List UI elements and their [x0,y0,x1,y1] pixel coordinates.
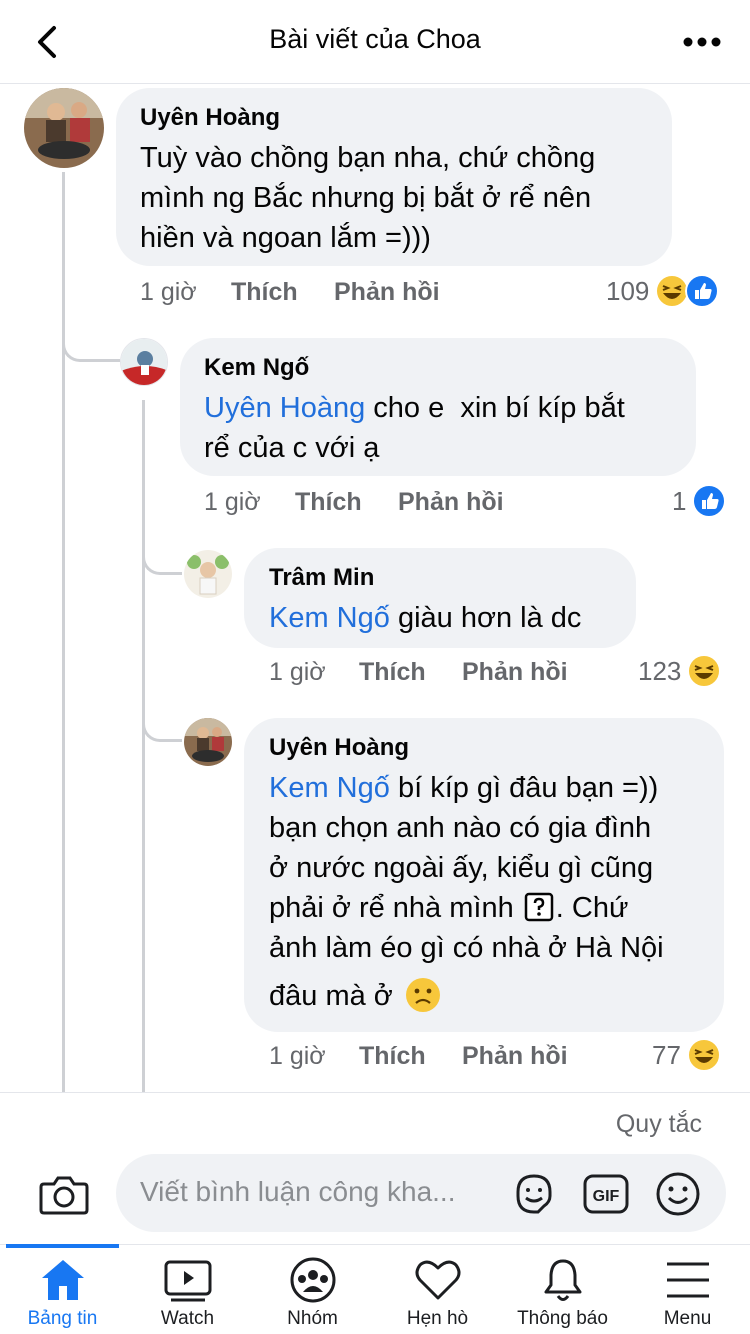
comment-text-line: hiền và ngoan lắm =))) [140,222,431,254]
like-icon [685,274,720,308]
comment-text-line: đâu mà ở [269,976,441,1016]
comment-author[interactable]: Trâm Min [269,564,374,592]
avatar[interactable] [120,338,168,386]
reaction-summary[interactable]: 1 [672,484,727,518]
tab-label: Menu [663,1308,712,1329]
comment-time: 1 giờ [269,1042,326,1070]
comment-text: . Chứ [555,892,629,924]
comment-text: bí kíp gì đâu bạn =)) [389,772,659,804]
emoji-button[interactable] [654,1170,702,1218]
reaction-summary[interactable]: 109 [606,274,720,308]
comment-text: cho e xin bí kíp bắt [365,392,625,424]
mention-link[interactable]: Kem Ngố [269,602,390,634]
reaction-summary[interactable]: 123 [638,654,722,688]
avatar[interactable] [184,718,232,766]
comment-text: giàu hơn là dc [389,602,582,634]
unknown-emoji-icon [524,892,554,922]
comment-text-line: rể của c với ạ [204,432,380,464]
svg-text:GIF: GIF [593,1188,620,1205]
thread-connector-1 [62,300,120,362]
home-icon [42,1260,84,1300]
top-bar: Bài viết của Choa [0,0,750,84]
frowning-face-icon [405,978,440,1012]
comment-author[interactable]: Uyên Hoàng [269,734,409,762]
like-icon [692,484,727,518]
tab-label: Thông báo [517,1308,608,1329]
camera-button[interactable] [38,1170,90,1218]
comment-text-line: phải ở rể nhà mình . Chứ [269,888,628,928]
gif-button[interactable]: GIF [582,1170,630,1218]
avatar-photo [121,339,167,385]
thread-line-nested [142,400,145,1092]
mention-link[interactable]: Kem Ngố [269,772,390,804]
reaction-count: 109 [606,275,650,306]
like-link[interactable]: Thích [231,278,298,307]
comment-text-line: Uyên Hoàng cho e xin bí kíp bắt [204,388,625,428]
tab-groups[interactable]: Nhóm [250,1250,375,1334]
tab-dating[interactable]: Hẹn hò [375,1250,500,1334]
avatar[interactable] [24,88,104,168]
tab-news-feed[interactable]: Bảng tin [0,1250,125,1334]
camera-icon [39,1176,89,1215]
avatar-photo [184,718,232,766]
tab-watch[interactable]: Watch [125,1250,250,1334]
more-options-button[interactable] [680,24,724,60]
page-title: Bài viết của Choa [269,24,481,54]
comment-time: 1 giờ [269,658,326,686]
reply-link[interactable]: Phản hồi [334,278,440,307]
tab-label: Bảng tin [27,1308,98,1329]
watch-icon [164,1260,212,1302]
comment-text-line: Tuỳ vào chồng bạn nha, chứ chồng [140,142,596,174]
rules-link[interactable]: Quy tắc [616,1110,702,1139]
comment-author[interactable]: Uyên Hoàng [140,104,280,132]
tab-label: Hẹn hò [406,1308,469,1329]
comment-text-line: bạn chọn anh nào có gia đình [269,812,652,844]
comment-time: 1 giờ [204,488,261,516]
like-link[interactable]: Thích [359,1042,426,1071]
haha-icon [686,1038,721,1072]
tab-notifications[interactable]: Thông báo [500,1250,625,1334]
reaction-count: 123 [638,655,682,686]
comment-text-line: Kem Ngố giàu hơn là dc [269,598,581,638]
reply-link[interactable]: Phản hồi [398,488,504,517]
comment-text: phải ở rể nhà mình [269,892,514,924]
active-tab-indicator [6,1244,119,1248]
haha-icon [687,654,722,688]
like-link[interactable]: Thích [359,658,426,687]
groups-icon [290,1257,336,1303]
reaction-count: 1 [672,485,687,516]
comment-text-line: ảnh làm éo gì có nhà ở Hà Nội [269,932,664,964]
reaction-summary[interactable]: 77 [652,1038,721,1072]
comment-text-line: Kem Ngố bí kíp gì đâu bạn =)) [269,768,658,808]
comment-input-placeholder: Viết bình luận công kha... [140,1176,456,1207]
thread-connector-2 [142,520,182,575]
avatar[interactable] [184,550,232,598]
tab-label: Watch [160,1308,215,1329]
avatar-photo [184,550,232,598]
reaction-count: 77 [652,1039,681,1070]
gif-icon: GIF [583,1174,629,1214]
comment-author[interactable]: Kem Ngố [204,354,309,382]
menu-icon [667,1262,709,1298]
thread-connector-3 [142,690,182,742]
reply-link[interactable]: Phản hồi [462,1042,568,1071]
comment-text-line: ở nước ngoài ấy, kiểu gì cũng [269,852,654,884]
comment-text: đâu mà ở [269,980,393,1012]
haha-icon [655,274,690,308]
comment-text-line: mình ng Bắc nhưng bị bắt ở rể nên [140,182,592,214]
bell-icon [544,1259,582,1301]
sticker-icon [516,1174,552,1214]
more-dots-icon [683,37,721,47]
sticker-button[interactable] [510,1170,558,1218]
reply-link[interactable]: Phản hồi [462,658,568,687]
like-link[interactable]: Thích [295,488,362,517]
heart-icon [415,1260,461,1300]
emoji-icon [656,1172,700,1216]
comment-time: 1 giờ [140,278,197,306]
avatar-photo [24,88,104,168]
mention-link[interactable]: Uyên Hoàng [204,392,365,424]
tab-label: Nhóm [287,1308,338,1329]
tab-menu[interactable]: Menu [625,1250,750,1334]
